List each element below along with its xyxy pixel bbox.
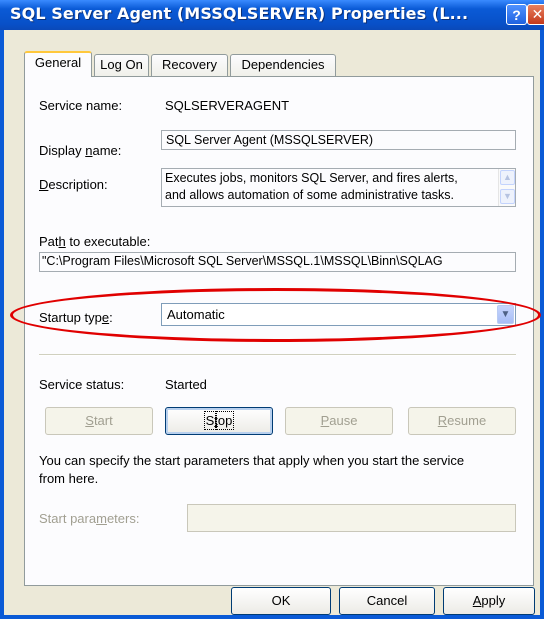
- start-parameters-help-text: You can specify the start parameters tha…: [39, 453, 465, 486]
- service-status-label: Service status:: [39, 377, 125, 392]
- resume-button[interactable]: Resume: [408, 407, 516, 435]
- start-button[interactable]: Start: [45, 407, 153, 435]
- display-name-field[interactable]: SQL Server Agent (MSSQLSERVER): [161, 130, 516, 150]
- description-field[interactable]: Executes jobs, monitors SQL Server, and …: [161, 168, 516, 207]
- ok-button[interactable]: OK: [231, 587, 331, 615]
- service-name-label: Service name:: [39, 98, 123, 113]
- description-label: Description:: [39, 177, 108, 192]
- title-bar[interactable]: SQL Server Agent (MSSQLSERVER) Propertie…: [0, 0, 544, 30]
- path-to-executable-field[interactable]: "C:\Program Files\Microsoft SQL Server\M…: [39, 252, 516, 272]
- help-button[interactable]: ?: [506, 4, 527, 25]
- start-parameters-label: Start parameters:: [39, 511, 140, 526]
- service-name-value: SQLSERVERAGENT: [165, 98, 290, 113]
- display-name-label: Display name:: [39, 143, 122, 158]
- dialog-client-area: General Log On Recovery Dependencies Ser…: [4, 30, 540, 615]
- scroll-down-icon[interactable]: ▼: [500, 189, 515, 204]
- close-icon: ✕: [531, 6, 544, 22]
- close-button[interactable]: ✕: [527, 4, 544, 25]
- startup-type-selected-value: Automatic: [167, 307, 225, 322]
- tab-general[interactable]: General: [24, 51, 92, 77]
- tab-dependencies[interactable]: Dependencies: [230, 54, 336, 76]
- path-to-executable-label: Path to executable:: [39, 234, 151, 249]
- start-parameters-field[interactable]: [187, 504, 516, 532]
- service-status-value: Started: [165, 377, 207, 392]
- properties-dialog: SQL Server Agent (MSSQLSERVER) Propertie…: [0, 0, 544, 619]
- window-title: SQL Server Agent (MSSQLSERVER) Propertie…: [10, 4, 469, 23]
- stop-button[interactable]: Stop: [165, 407, 273, 435]
- tab-label: General: [34, 55, 82, 70]
- tab-label: Recovery: [162, 57, 217, 72]
- help-icon: ?: [512, 6, 521, 23]
- description-line-1: Executes jobs, monitors SQL Server, and …: [165, 171, 458, 185]
- separator: [39, 354, 516, 356]
- startup-type-select[interactable]: Automatic ▼: [161, 303, 516, 326]
- tab-log-on[interactable]: Log On: [94, 54, 149, 76]
- cancel-button[interactable]: Cancel: [339, 587, 435, 615]
- pause-button[interactable]: Pause: [285, 407, 393, 435]
- chevron-down-icon[interactable]: ▼: [497, 305, 514, 324]
- general-tab-panel: Service name: SQLSERVERAGENT Display nam…: [24, 76, 534, 586]
- tab-label: Dependencies: [241, 57, 325, 72]
- description-line-2: and allows automation of some administra…: [165, 188, 455, 202]
- startup-type-label: Startup type:: [39, 310, 113, 325]
- tab-recovery[interactable]: Recovery: [151, 54, 228, 76]
- tab-label: Log On: [100, 57, 143, 72]
- description-scrollbar[interactable]: ▲ ▼: [498, 169, 515, 206]
- apply-button[interactable]: Apply: [443, 587, 535, 615]
- scroll-up-icon[interactable]: ▲: [500, 170, 515, 185]
